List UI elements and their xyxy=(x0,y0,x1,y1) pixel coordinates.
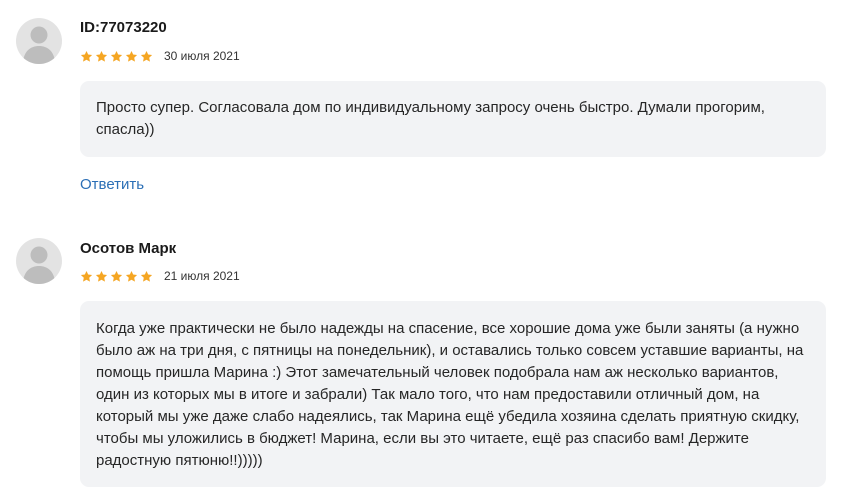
star-icon xyxy=(95,270,108,282)
star-icon xyxy=(80,270,93,282)
review-text: Когда уже практически не было надежды на… xyxy=(96,320,804,469)
review-author: Осотов Марк xyxy=(80,240,177,257)
review-meta: 21 июля 2021 xyxy=(80,269,240,283)
star-icon xyxy=(140,270,153,282)
star-icon xyxy=(125,270,138,282)
review-date: 21 июля 2021 xyxy=(164,269,240,283)
avatar-icon xyxy=(16,238,62,284)
rating-stars xyxy=(80,270,153,283)
star-icon xyxy=(110,270,123,282)
review-text-bubble: Когда уже практически не было надежды на… xyxy=(80,301,826,487)
review-item: Осотов Марк 21 июля 2021 Когда уже практ… xyxy=(0,0,848,496)
